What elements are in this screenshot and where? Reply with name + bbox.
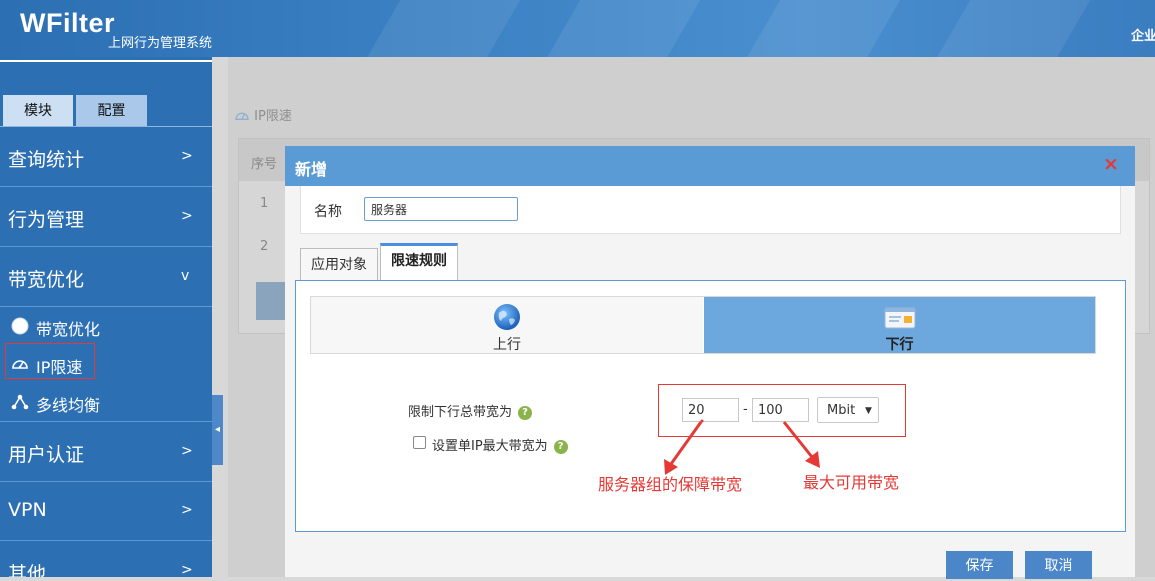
header-edition-label: 企业 [1131,29,1155,44]
sidebar-collapse-handle[interactable]: ◂ [212,395,223,465]
sidebar-subitem-label: 多线均衡 [36,396,101,415]
network-icon [11,394,29,410]
sidebar-item-label: 查询统计 [8,149,85,171]
sidebar-item-label: 行为管理 [8,209,85,231]
close-icon[interactable]: × [1103,153,1119,175]
arrow-origin-dot [700,419,704,423]
chevron-right-icon: > [181,443,193,459]
sidebar-subitem-bandwidth-optimization[interactable]: 带宽优化 [0,307,212,345]
app-header: WFilter 上网行为管理系统 企业 [0,0,1155,57]
sidebar-item-label: 用户认证 [8,444,85,466]
arrow-to-max [782,421,814,458]
sidebar-item-label: 带宽优化 [8,269,85,291]
sidebar-subitem-label: 带宽优化 [36,320,101,339]
header-decoration [728,0,912,57]
annotation-max-bandwidth: 最大可用带宽 [803,473,900,492]
sidebar-tab-config[interactable]: 配置 [76,95,147,126]
app-subtitle: 上网行为管理系统 [108,36,213,51]
name-section: 名称 服务器 [300,186,1121,234]
sidebar-item-behavior-management[interactable]: 行为管理 > [0,187,212,247]
add-rule-dialog: 新增 × 名称 服务器 应用对象 限速规则 上行 下行 限制下行总带宽为 ? 设… [285,146,1135,579]
sidebar-item-bandwidth-optimization[interactable]: 带宽优化 v [0,247,212,307]
dialog-header: 新增 × [285,146,1135,186]
app-logo: WFilter [20,8,115,38]
header-decoration [348,0,532,57]
header-decoration [918,0,1102,57]
save-button[interactable]: 保存 [946,551,1013,579]
table-row: 1 [260,196,269,211]
annotation-guaranteed-bandwidth: 服务器组的保障带宽 [598,475,743,494]
sidebar-subitem-multi-line-balance[interactable]: 多线均衡 [0,383,212,421]
sidebar-item-vpn[interactable]: VPN > [0,481,212,541]
sidebar-item-query-stats[interactable]: 查询统计 > [0,127,212,187]
arrow-head [805,451,820,468]
arrow-to-min [669,421,703,465]
sidebar-item-user-auth[interactable]: 用户认证 > [0,421,212,482]
chevron-right-icon: > [181,208,193,224]
add-rule-button [256,282,286,320]
sidebar-tab-modules[interactable]: 模块 [3,95,73,126]
page-title-text: IP限速 [254,109,292,124]
chevron-right-icon: > [181,148,193,164]
tab-rate-limit-rules[interactable]: 限速规则 [380,243,458,284]
name-input[interactable]: 服务器 [364,197,518,221]
name-label: 名称 [314,204,342,220]
sidebar-item-label: 其他 [8,563,47,577]
tab-apply-objects[interactable]: 应用对象 [300,248,378,281]
chevron-right-icon: > [181,562,193,577]
sidebar-item-label: VPN [8,499,47,521]
sidebar-item-other[interactable]: 其他 > [0,541,212,577]
speedometer-icon [235,112,249,120]
highlight-box [5,343,95,379]
cancel-button[interactable]: 取消 [1025,551,1092,579]
table-header-index: 序号 [251,157,278,172]
sidebar: 模块 配置 查询统计 > 行为管理 > 带宽优化 v 带宽优化 IP限速 多线均… [0,57,212,577]
chevron-right-icon: > [181,502,193,518]
circle-icon [11,317,29,335]
rate-limit-panel: 上行 下行 限制下行总带宽为? 设置单IP最大带宽为? 20 - 100 Mbi… [295,280,1126,532]
page-title: IP限速 [234,105,292,124]
header-decoration [528,0,712,57]
dialog-title: 新增 [295,160,328,179]
sidebar-top-divider [0,60,212,62]
chevron-down-icon: v [181,268,190,284]
table-row: 2 [260,239,269,254]
